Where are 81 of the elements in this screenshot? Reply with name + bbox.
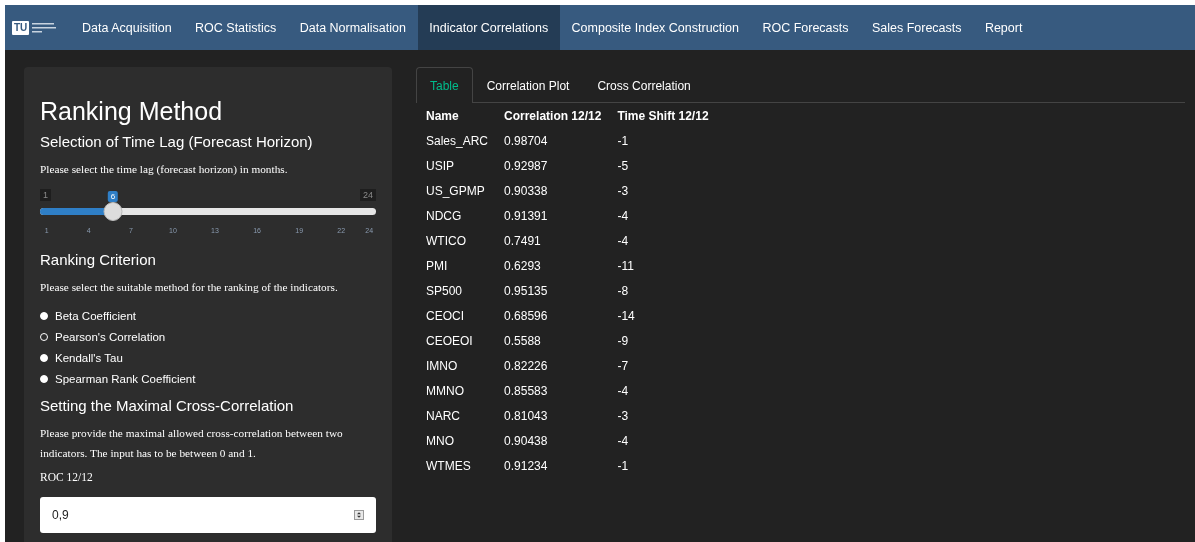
table-cell-text: -7 [616, 357, 630, 375]
logo-lines-icon [32, 21, 57, 34]
logo-mark: TU [12, 20, 30, 35]
table-cell-text: 0.5588 [503, 332, 542, 350]
radio-button[interactable] [40, 374, 48, 383]
table-cell-text: 0.91234 [503, 457, 549, 475]
table-cell-text: 0.7491 [503, 232, 542, 250]
table-cell-text: SP500 [425, 282, 464, 300]
nav-tab[interactable]: ROC Statistics [183, 5, 288, 50]
nav-tab[interactable]: Indicator Correlations [417, 5, 560, 50]
radio-label[interactable]: Pearson's Correlation [55, 330, 166, 343]
table-cell-text: 0.82226 [503, 357, 549, 375]
table-cell-text: CEOEOI [425, 332, 474, 350]
table-cell-text: -4 [616, 382, 630, 400]
slider-track[interactable] [40, 208, 376, 215]
table-cell-text: 0.98704 [503, 132, 549, 150]
table-cell-text: -1 [616, 132, 630, 150]
help-text: Please select the suitable method for the ranking of the indicators. [40, 280, 339, 295]
table-cell-text: Sales_ARC [425, 132, 490, 150]
table-cell-text: MNO [425, 432, 455, 450]
section-heading: Setting the Maximal Cross-Correlation [40, 397, 295, 414]
table-cell-text: USIP [425, 157, 455, 175]
nav-tab[interactable]: Report [973, 5, 1035, 50]
table-cell-text: 0.95135 [503, 282, 549, 300]
table-cell-text: -11 [616, 257, 635, 275]
slider-thumb[interactable] [103, 202, 123, 221]
nav-tab[interactable]: Data Normalisation [288, 5, 418, 50]
slider-max-label: 24 [360, 189, 376, 201]
help-text: Please select the time lag (forecast horizon) in months. [40, 162, 289, 177]
table-cell-text: -8 [616, 282, 630, 300]
university-logo[interactable]: TU [5, 5, 71, 50]
panel-title: Ranking Method [40, 97, 224, 126]
table-cell-text: CEOCI [425, 307, 465, 325]
slider-min-label: 1 [40, 189, 51, 201]
section-heading: Selection of Time Lag (Forecast Horizon) [40, 133, 314, 150]
radio-button[interactable] [40, 353, 48, 362]
table-cell-text: IMNO [425, 357, 459, 375]
table-cell-text: US_GPMP [425, 182, 486, 200]
table-cell-text: -14 [616, 307, 636, 325]
table-cell-text: 0.81043 [503, 407, 549, 425]
nav-tab[interactable]: Composite Index Construction [559, 5, 751, 50]
spinner-icon[interactable] [354, 510, 364, 520]
nav-tab[interactable]: Sales Forecasts [860, 5, 974, 50]
tab[interactable]: Table [416, 67, 473, 103]
radio-label[interactable]: Beta Coefficient [55, 309, 136, 322]
slider-value-badge: 6 [107, 191, 119, 202]
table-cell-text: 0.90338 [503, 182, 549, 200]
table-cell-text: -5 [616, 157, 630, 175]
table-cell-text: 0.68596 [503, 307, 549, 325]
column-header: Time Shift 12/12 [616, 107, 710, 125]
nav-tab[interactable]: Data Acquisition [70, 5, 184, 50]
table-cell-text: NARC [425, 407, 461, 425]
radio-label[interactable]: Kendall's Tau [55, 351, 123, 364]
tab[interactable]: Cross Correlation [583, 67, 705, 103]
help-text: Please provide the maximal allowed cross-correlation between two indicators. The input has to be between 0 and 1. [40, 426, 344, 461]
radio-label[interactable]: Spearman Rank Coefficient [55, 372, 196, 385]
table-cell-text: -4 [616, 432, 630, 450]
table-cell-text: -4 [616, 232, 630, 250]
table-cell-text: 0.6293 [503, 257, 542, 275]
table-cell-text: WTMES [425, 457, 472, 475]
table-cell-text: -1 [616, 457, 630, 475]
table-cell-text: 0.92987 [503, 157, 549, 175]
tab[interactable]: Correlation Plot [472, 67, 584, 103]
table-cell-text: -4 [616, 207, 630, 225]
input-label: ROC 12/12 [40, 471, 94, 483]
table-cell-text: -9 [616, 332, 630, 350]
table-cell-text: NDCG [425, 207, 463, 225]
table-cell-text: WTICO [425, 232, 467, 250]
number-input[interactable]: 0,9 [40, 497, 376, 533]
table-cell-text: MMNO [425, 382, 465, 400]
table-cell-text: 0.90438 [503, 432, 549, 450]
table-cell-text: -3 [616, 182, 630, 200]
section-heading: Ranking Criterion [40, 251, 157, 268]
table-cell-text: 0.85583 [503, 382, 549, 400]
nav-tab[interactable]: ROC Forecasts [750, 5, 861, 50]
column-header: Name [425, 107, 460, 125]
column-header: Correlation 12/12 [503, 107, 603, 125]
table-cell-text: PMI [425, 257, 449, 275]
table-cell-text: -3 [616, 407, 630, 425]
table-cell-text: 0.91391 [503, 207, 549, 225]
radio-button[interactable] [40, 311, 48, 320]
